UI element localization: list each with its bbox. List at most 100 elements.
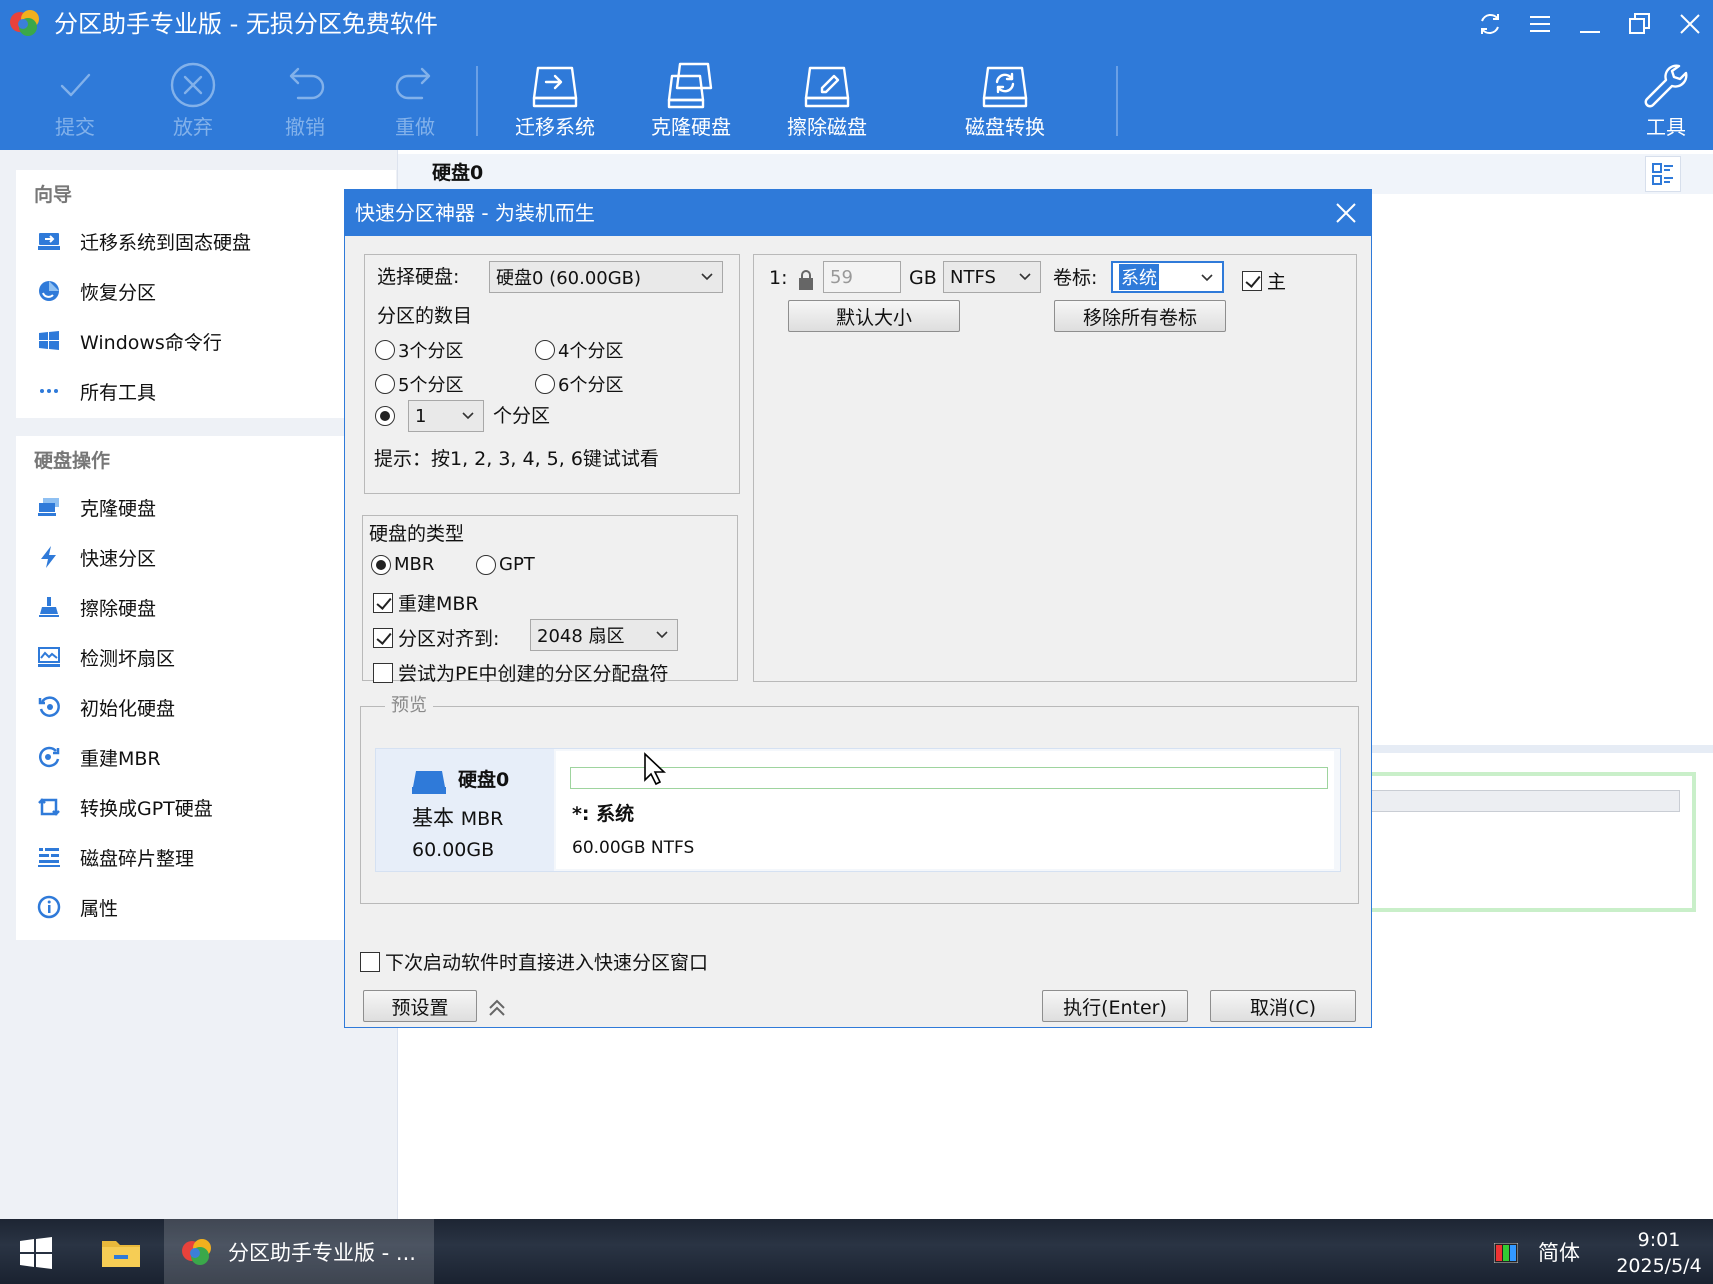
view-toggle-button[interactable] bbox=[1645, 156, 1681, 192]
sidebar-item-convert-gpt[interactable]: 转换成GPT硬盘 bbox=[16, 782, 396, 832]
custom-count-value: 1 bbox=[415, 405, 427, 427]
taskbar: 分区助手专业版 - ... 简体 9:01 2025/5/4 bbox=[0, 1219, 1713, 1284]
filesystem-dropdown[interactable]: NTFS bbox=[943, 261, 1041, 293]
volume-label-combobox[interactable]: 系统 bbox=[1111, 261, 1224, 293]
radio-dot bbox=[535, 374, 555, 394]
default-size-button[interactable]: 默认大小 bbox=[788, 300, 960, 332]
radio-3-partitions[interactable]: 3个分区 bbox=[375, 337, 463, 363]
sidebar-item-label: 快速分区 bbox=[80, 547, 157, 570]
close-icon bbox=[1336, 203, 1356, 223]
partition-size-input[interactable]: 59 bbox=[823, 261, 901, 293]
sidebar-item-wipe-disk[interactable]: 擦除硬盘 bbox=[16, 582, 396, 632]
sidebar-item-label: 克隆硬盘 bbox=[80, 497, 157, 520]
clone-disk-button[interactable]: 克隆硬盘 bbox=[648, 58, 734, 144]
execute-button[interactable]: 执行(Enter) bbox=[1042, 990, 1188, 1022]
preview-partition-info: 60.00GB NTFS bbox=[572, 838, 695, 858]
discard-button[interactable]: 放弃 bbox=[164, 58, 222, 144]
ime-indicator[interactable]: 简体 bbox=[1538, 1237, 1580, 1267]
refresh-button[interactable] bbox=[1468, 6, 1512, 42]
disk-operations-panel: 硬盘操作 克隆硬盘 快速分区 擦除硬盘 检测坏扇区 初始化硬盘 重建MBR 转换… bbox=[16, 436, 396, 940]
info-icon bbox=[36, 894, 62, 920]
radio-dot bbox=[375, 374, 395, 394]
migrate-os-button[interactable]: 迁移系统 bbox=[512, 58, 598, 144]
tools-button[interactable]: 工具 bbox=[1640, 58, 1692, 144]
sidebar-item-rebuild-mbr[interactable]: 重建MBR bbox=[16, 732, 396, 782]
commit-button[interactable]: 提交 bbox=[46, 58, 104, 144]
chevron-down-icon bbox=[1201, 274, 1213, 282]
tools-label: 工具 bbox=[1646, 115, 1686, 139]
radio-dot bbox=[476, 554, 496, 575]
preview-disk-card[interactable]: 硬盘0 基本 MBR 60.00GB bbox=[376, 749, 554, 871]
preview-disk-size: 60.00GB bbox=[412, 839, 495, 861]
wizard-panel: 向导 迁移系统到固态硬盘 恢复分区 Windows命令行 所有工具 bbox=[16, 170, 396, 418]
redo-button[interactable]: 重做 bbox=[386, 58, 444, 144]
radio-5-partitions[interactable]: 5个分区 bbox=[375, 371, 463, 397]
auto-open-checkbox[interactable]: 下次启动软件时直接进入快速分区窗口 bbox=[360, 948, 708, 975]
remove-all-labels-button[interactable]: 移除所有卷标 bbox=[1054, 300, 1226, 332]
sidebar-item-migrate-ssd[interactable]: 迁移系统到固态硬盘 bbox=[16, 216, 396, 266]
sidebar-item-label: Windows命令行 bbox=[80, 331, 222, 354]
minimize-button[interactable] bbox=[1568, 6, 1612, 42]
taskbar-app-button[interactable]: 分区助手专业版 - ... bbox=[164, 1219, 434, 1284]
undo-button[interactable]: 撤销 bbox=[276, 58, 334, 144]
preset-button[interactable]: 预设置 bbox=[363, 990, 477, 1022]
preview-partition-card[interactable]: *: 系统 60.00GB NTFS bbox=[556, 751, 1334, 869]
radio-gpt[interactable]: GPT bbox=[476, 554, 535, 575]
clock[interactable]: 9:01 2025/5/4 bbox=[1604, 1227, 1713, 1279]
quick-partition-dialog: 快速分区神器 - 为装机而生 选择硬盘: 硬盘0 (60.00GB) 分区的数目… bbox=[344, 189, 1372, 1028]
wrench-icon bbox=[1644, 64, 1688, 108]
radio-label: MBR bbox=[394, 554, 435, 575]
sidebar-item-label: 初始化硬盘 bbox=[80, 697, 176, 720]
close-icon bbox=[1680, 14, 1700, 34]
refresh-icon bbox=[1481, 14, 1499, 34]
toolbar-separator bbox=[1116, 66, 1118, 136]
sidebar-item-properties[interactable]: 属性 bbox=[16, 882, 396, 932]
radio-4-partitions[interactable]: 4个分区 bbox=[535, 337, 623, 363]
radio-6-partitions[interactable]: 6个分区 bbox=[535, 371, 623, 397]
file-explorer-icon[interactable] bbox=[100, 1233, 142, 1271]
checkbox-label: 主 bbox=[1267, 271, 1287, 293]
cancel-button[interactable]: 取消(C) bbox=[1210, 990, 1356, 1022]
wizard-heading: 向导 bbox=[34, 183, 73, 206]
double-chevron-up-icon[interactable] bbox=[485, 996, 509, 1020]
sidebar-item-windows-cmd[interactable]: Windows命令行 bbox=[16, 316, 396, 366]
sidebar-item-all-tools[interactable]: 所有工具 bbox=[16, 366, 396, 416]
partition-index: 1: bbox=[769, 267, 788, 289]
rebuild-mbr-icon bbox=[36, 744, 62, 770]
color-tray-icon[interactable] bbox=[1494, 1243, 1518, 1263]
restore-button[interactable] bbox=[1618, 6, 1662, 42]
radio-mbr[interactable]: MBR bbox=[371, 554, 434, 575]
sidebar-item-quick-partition[interactable]: 快速分区 bbox=[16, 532, 396, 582]
more-dots-icon bbox=[36, 378, 62, 404]
volume-label-value: 系统 bbox=[1119, 264, 1159, 290]
windows-start-icon[interactable] bbox=[18, 1235, 54, 1271]
primary-checkbox[interactable]: 主 bbox=[1242, 267, 1286, 294]
sidebar-item-defrag[interactable]: 磁盘碎片整理 bbox=[16, 832, 396, 882]
sidebar-item-recover-partition[interactable]: 恢复分区 bbox=[16, 266, 396, 316]
close-window-button[interactable] bbox=[1668, 6, 1712, 42]
chevron-down-icon bbox=[656, 631, 668, 639]
disk-convert-button[interactable]: 磁盘转换 bbox=[962, 58, 1048, 144]
redo-label: 重做 bbox=[395, 115, 435, 139]
align-sectors-dropdown[interactable]: 2048 扇区 bbox=[530, 619, 678, 651]
sidebar-item-label: 转换成GPT硬盘 bbox=[80, 797, 213, 820]
sidebar-item-initialize-disk[interactable]: 初始化硬盘 bbox=[16, 682, 396, 732]
sidebar-item-clone-disk[interactable]: 克隆硬盘 bbox=[16, 482, 396, 532]
assign-letter-checkbox[interactable]: 尝试为PE中创建的分区分配盘符 bbox=[373, 659, 668, 686]
menu-button[interactable] bbox=[1518, 6, 1562, 42]
radio-custom-partitions[interactable] bbox=[375, 406, 398, 426]
custom-count-dropdown[interactable]: 1 bbox=[408, 400, 484, 432]
select-disk-dropdown[interactable]: 硬盘0 (60.00GB) bbox=[489, 261, 723, 293]
defrag-icon bbox=[36, 844, 62, 870]
rebuild-mbr-checkbox[interactable]: 重建MBR bbox=[373, 589, 479, 616]
sidebar-item-label: 重建MBR bbox=[80, 747, 161, 770]
sidebar-item-label: 迁移系统到固态硬盘 bbox=[80, 231, 252, 254]
align-checkbox[interactable]: 分区对齐到: bbox=[373, 624, 499, 651]
window-title: 分区助手专业版 - 无损分区免费软件 bbox=[54, 10, 438, 38]
sidebar-item-bad-sector[interactable]: 检测坏扇区 bbox=[16, 632, 396, 682]
wipe-disk-button[interactable]: 擦除磁盘 bbox=[784, 58, 870, 144]
preview-disk-kind: 基本 MBR bbox=[412, 805, 503, 832]
dialog-close-button[interactable] bbox=[1329, 196, 1363, 230]
disk-header-title: 硬盘0 bbox=[432, 162, 484, 184]
disk-type-label: 硬盘的类型 bbox=[369, 523, 465, 545]
